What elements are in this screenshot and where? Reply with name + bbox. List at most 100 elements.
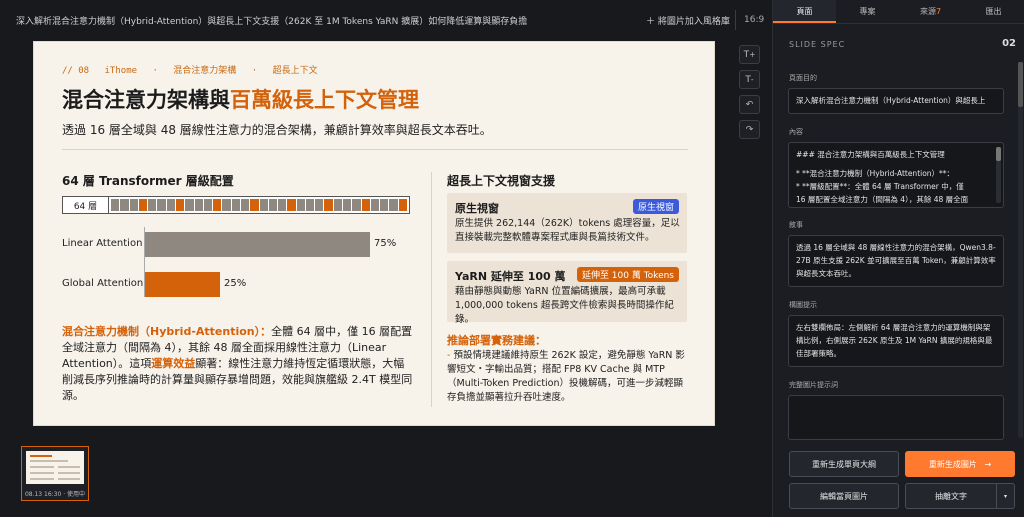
- kicker-number: // 08: [62, 66, 90, 76]
- aspect-ratio[interactable]: 16:9: [744, 15, 764, 25]
- canvas-toolbar: T + T- ↶ ↷: [739, 45, 760, 139]
- panel-scrollbar[interactable]: [1018, 62, 1023, 438]
- add-to-style-library-button[interactable]: ＋ 將圖片加入風格庫: [646, 14, 730, 27]
- bullet-dash: -: [447, 350, 451, 361]
- native-window-badge: 原生視窗: [632, 199, 679, 214]
- bar-value-linear: 75%: [374, 238, 397, 249]
- card-title: 原生視窗: [455, 202, 499, 215]
- layer-cell-global: [250, 199, 259, 211]
- layer-cell-global: [138, 199, 148, 211]
- purpose-field[interactable]: 深入解析混合注意力機制（Hybrid-Attention）與超長上: [788, 88, 1004, 114]
- kicker-topic-2: 超長上下文: [272, 66, 318, 76]
- sources-count: 7: [935, 7, 942, 16]
- content-line: ### 混合注意力架構與百萬級長上下文管理: [796, 150, 945, 159]
- layer-cell-linear: [380, 199, 389, 211]
- layer-cell-global: [324, 199, 333, 211]
- content-line: * **混合注意力機制（Hybrid-Attention）**：: [796, 169, 955, 178]
- bar-label-linear: Linear Attention: [62, 238, 143, 249]
- layer-cell-global: [175, 199, 185, 211]
- arrow-right-icon: →: [984, 459, 992, 469]
- layer-cell-linear: [333, 199, 343, 211]
- thumbnail-preview: [26, 451, 84, 484]
- slide-title-part1: 混合注意力架構與: [62, 88, 230, 112]
- layer-strip-label: 64 層: [63, 197, 109, 213]
- text-decrease-icon[interactable]: T-: [739, 70, 760, 89]
- extract-text-button[interactable]: 抽離文字 ▾: [905, 483, 1015, 509]
- layer-cell-linear: [185, 199, 194, 211]
- layer-cell-linear: [222, 199, 231, 211]
- slide-canvas[interactable]: // 08 iThome · 混合注意力架構 · 超長上下文 混合注意力架構與百…: [33, 41, 715, 426]
- divider: [735, 10, 736, 30]
- chevron-down-icon[interactable]: ▾: [996, 484, 1014, 508]
- recommendation-title: 推論部署實務建議：: [447, 334, 546, 347]
- kicker-dot: ·: [251, 66, 258, 76]
- content-field[interactable]: ### 混合注意力架構與百萬級長上下文管理 * **混合注意力機制（Hybrid…: [788, 142, 1004, 208]
- regenerate-outline-button[interactable]: 重新生成單頁大綱: [789, 451, 899, 477]
- tab-page[interactable]: 頁面: [773, 0, 836, 23]
- hybrid-attention-paragraph: 混合注意力機制（Hybrid-Attention）：全體 64 層中，僅 16 …: [62, 324, 414, 404]
- layer-cell-linear: [296, 199, 305, 211]
- layout-hint-field[interactable]: 左右雙欄佈局：左側解析 64 層混合注意力的運算機制與架構比例，右側展示 262…: [788, 315, 1004, 367]
- content-line: * **層級配置**：全體 64 層 Transformer 中，僅: [796, 182, 964, 191]
- content-label: 內容: [789, 128, 803, 136]
- image-prompt-field[interactable]: [788, 395, 1004, 440]
- slide-divider: [62, 149, 688, 150]
- yarn-extension-badge: 延伸至 100 萬 Tokens: [576, 267, 679, 282]
- spec-label: SLIDE SPEC: [789, 40, 846, 49]
- layer-cell-linear: [370, 199, 380, 211]
- regenerate-image-button[interactable]: 重新生成圖片 →: [905, 451, 1015, 477]
- spec-number: 02: [1002, 38, 1016, 49]
- layer-cell-linear: [111, 199, 120, 211]
- redo-icon[interactable]: ↷: [739, 120, 760, 139]
- kicker-topic-1: 混合注意力架構: [173, 66, 237, 76]
- image-prompt-label: 完整圖片提示詞: [789, 381, 838, 389]
- layer-cell-linear: [240, 199, 250, 211]
- purpose-label: 頁面目的: [789, 74, 817, 82]
- kicker-source: iThome: [104, 66, 138, 76]
- content-line: 16 層配置全域注意力（間隔為 4），其餘 48 層全面: [796, 195, 969, 204]
- bar-value-global: 25%: [224, 278, 247, 289]
- recommendation-body: - 預設情境建議維持原生 262K 設定，避免靜態 YaRN 影響短文・字輸出品…: [447, 349, 689, 405]
- bar-global-attention: [145, 272, 220, 297]
- properties-panel: 頁面 專案 來源7 匯出 SLIDE SPEC 02 頁面目的 深入解析混合注意…: [772, 0, 1024, 517]
- layer-cell-linear: [305, 199, 315, 211]
- para-highlight-2: 運算效益: [151, 357, 196, 370]
- layer-cell-linear: [120, 199, 129, 211]
- column-divider: [431, 172, 432, 407]
- layer-cell-linear: [268, 199, 278, 211]
- narration-label: 敘事: [789, 221, 803, 229]
- tab-project[interactable]: 專案: [836, 0, 899, 23]
- slide-thumbnail[interactable]: 08.13 16:30 · 使用中: [21, 446, 89, 501]
- layer-cell-linear: [129, 199, 138, 211]
- narration-field[interactable]: 透過 16 層全域與 48 層線性注意力的混合架構，Qwen3.8-27B 原生…: [788, 235, 1004, 287]
- content-scrollbar[interactable]: [996, 147, 1001, 203]
- layer-cell-global: [398, 199, 407, 211]
- para-highlight: 混合注意力機制（Hybrid-Attention）：: [62, 325, 272, 338]
- kicker-dot: ·: [152, 66, 158, 76]
- top-bar: 深入解析混合注意力機制（Hybrid-Attention）與超長上下文支援（26…: [0, 0, 772, 40]
- slide-title: 混合注意力架構與百萬級長上下文管理: [62, 84, 419, 114]
- text-increase-icon[interactable]: T +: [739, 45, 760, 64]
- layer-cell-linear: [166, 199, 175, 211]
- tab-export[interactable]: 匯出: [962, 0, 1024, 23]
- layer-config-title: 64 層 Transformer 層級配置: [62, 174, 234, 188]
- card-title: YaRN 延伸至 100 萬: [455, 270, 566, 283]
- layer-cell-linear: [352, 199, 361, 211]
- layer-strip: 64 層: [62, 196, 410, 214]
- slide-kicker: // 08 iThome · 混合注意力架構 · 超長上下文: [62, 63, 328, 76]
- document-title: 深入解析混合注意力機制（Hybrid-Attention）與超長上下文支援（26…: [16, 16, 528, 27]
- layer-cell-linear: [231, 199, 240, 211]
- edit-page-image-button[interactable]: 編輯當頁圖片: [789, 483, 899, 509]
- slide-subtitle: 透過 16 層全域與 48 層線性注意力的混合架構，兼顧計算效率與超長文本吞吐。: [62, 123, 492, 137]
- bar-label-global: Global Attention: [62, 278, 144, 289]
- tab-sources[interactable]: 來源7: [899, 0, 962, 23]
- card-body: 原生提供 262,144（262K）tokens 處理容量，足以直接裝載完整軟體…: [455, 218, 680, 243]
- layer-cell-linear: [343, 199, 352, 211]
- layer-cell-linear: [157, 199, 166, 211]
- panel-tabs: 頁面 專案 來源7 匯出: [773, 0, 1024, 24]
- undo-icon[interactable]: ↶: [739, 95, 760, 114]
- layer-cells: [109, 197, 409, 213]
- context-window-title: 超長上下文視窗支援: [447, 174, 556, 188]
- layer-cell-linear: [148, 199, 157, 211]
- layer-cell-linear: [315, 199, 324, 211]
